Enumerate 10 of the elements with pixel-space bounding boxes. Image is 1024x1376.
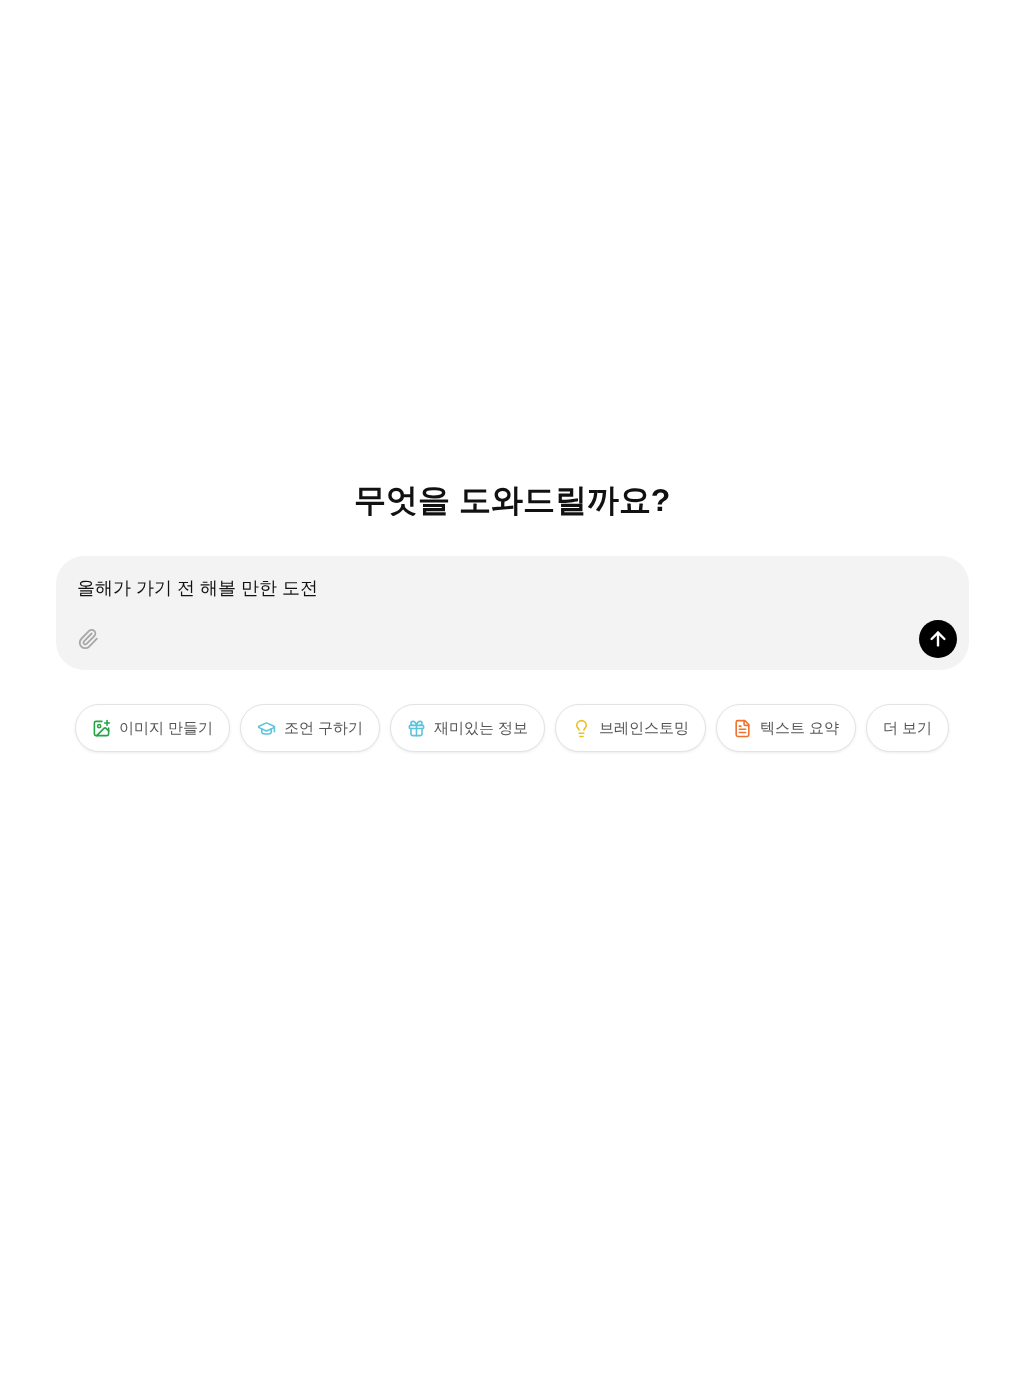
- suggestion-chip[interactable]: 텍스트 요약: [716, 704, 857, 752]
- suggestion-chip[interactable]: 이미지 만들기: [74, 704, 230, 752]
- suggestion-chip[interactable]: 브레인스토밍: [555, 704, 707, 752]
- suggestion-chip[interactable]: 더 보기: [866, 704, 950, 752]
- send-button[interactable]: [918, 620, 957, 658]
- page-heading: 무엇을 도와드릴까요?: [353, 481, 671, 520]
- message-input[interactable]: 올해가 가기 전 해볼 만한 도전: [76, 574, 957, 602]
- paperclip-icon: [76, 628, 99, 650]
- suggestion-chip[interactable]: 조언 구하기: [239, 704, 380, 752]
- suggestion-chip[interactable]: 재미있는 정보: [389, 704, 546, 752]
